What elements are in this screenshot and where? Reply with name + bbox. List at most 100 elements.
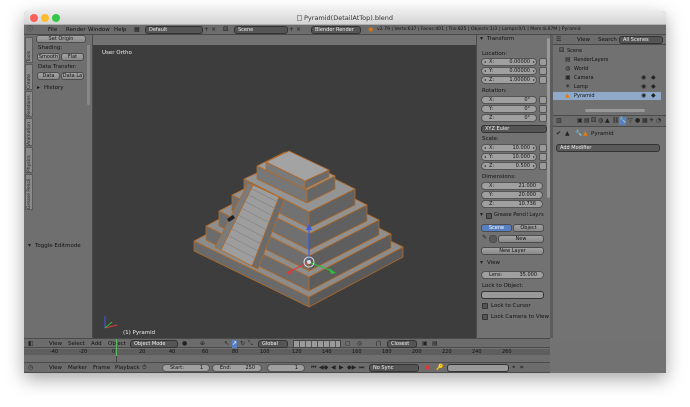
remove-layout-icon[interactable]: ×	[211, 26, 216, 34]
delete-keyframe-icon[interactable]: ⌗	[520, 364, 523, 372]
render-restrict-icon[interactable]: ◆	[651, 74, 656, 82]
location-x-field[interactable]: ◂ X: 0.00000 ▸	[481, 58, 537, 66]
menu-window[interactable]: Window	[88, 27, 110, 33]
render-engine-select[interactable]: Blender Render	[311, 26, 361, 34]
dimension-z-field[interactable]: Z: 10.736	[481, 200, 543, 208]
texture-tab-icon[interactable]: ▦	[642, 117, 648, 125]
manipulator-icon[interactable]: ↖	[224, 340, 229, 348]
scene-field[interactable]: Scene	[234, 26, 288, 34]
render-restrict-icon[interactable]: ◆	[651, 83, 656, 91]
renderlayers-tab-icon[interactable]: ▤	[584, 117, 590, 125]
outliner-scrollbar[interactable]	[585, 109, 645, 112]
opengl-anim-icon[interactable]: ▤	[432, 340, 438, 348]
play-icon[interactable]: ▶	[339, 364, 344, 372]
render-restrict-icon[interactable]: ◆	[651, 92, 656, 100]
view3d-menu-view[interactable]: View	[49, 341, 62, 347]
play-reverse-icon[interactable]: ◀	[331, 364, 336, 372]
view3d-menu-add[interactable]: Add	[91, 341, 102, 347]
viewport-shading-icon[interactable]: ●	[182, 340, 187, 348]
pin-icon[interactable]: ✔	[556, 130, 561, 138]
lock-location-z-icon[interactable]	[539, 76, 547, 84]
lock-rotation-x-icon[interactable]	[539, 96, 547, 104]
lock-scale-x-icon[interactable]	[539, 144, 547, 152]
jump-to-keyframe-back-icon[interactable]: ◀◆	[319, 364, 328, 372]
outliner-item-camera[interactable]: ▣ Camera ◉ ◆	[553, 74, 661, 82]
transform-orientation-select[interactable]: Global	[258, 340, 288, 348]
scale-x-field[interactable]: ◂ X: 10.000 ▸	[481, 144, 537, 152]
tab-tools[interactable]: Tools	[25, 37, 33, 63]
scene-tab-icon[interactable]: ⚄	[591, 117, 596, 125]
tab-relations[interactable]: Relations	[25, 91, 33, 117]
lock-layers-icon[interactable]: ▢	[345, 340, 351, 348]
screen-layout-field[interactable]: Default	[145, 26, 203, 34]
dimension-x-field[interactable]: X: 21.000	[481, 182, 543, 190]
rotation-x-field[interactable]: X: 0°	[481, 96, 537, 104]
view3d-menu-select[interactable]: Select	[68, 341, 85, 347]
lock-object-field[interactable]	[481, 291, 544, 299]
outliner-item-lamp[interactable]: ☀ Lamp ◉ ◆	[553, 83, 661, 91]
interaction-mode-select[interactable]: Object Mode	[130, 340, 178, 348]
grease-pencil-expand-icon[interactable]: ▾	[480, 211, 483, 219]
toggle-editmode-expand-icon[interactable]: ▾	[28, 242, 31, 250]
grease-new-button[interactable]: New	[498, 235, 544, 243]
grease-scene-tab[interactable]: Scene	[481, 224, 512, 232]
properties-editor-icon[interactable]: ▥	[556, 117, 562, 125]
add-layout-icon[interactable]: +	[204, 26, 209, 34]
visibility-eye-icon[interactable]: ◉	[641, 83, 646, 91]
tab-animation[interactable]: Animation	[25, 118, 33, 146]
scale-manipulator-icon[interactable]: ⤡	[248, 340, 253, 348]
lock-scale-z-icon[interactable]	[539, 162, 547, 170]
preview-range-icon[interactable]: ⏱	[142, 364, 147, 372]
outliner-menu-search[interactable]: Search	[598, 37, 617, 43]
scene-icon[interactable]: ⚄	[223, 26, 228, 34]
data-layers-button[interactable]: Data La	[61, 72, 84, 80]
add-modifier-select[interactable]: Add Modifier	[556, 144, 660, 152]
grease-pencil-checkbox[interactable]	[486, 213, 492, 219]
dimension-y-field[interactable]: Y: 20.000	[481, 191, 543, 199]
3d-viewport[interactable]: User Ortho (1) Pyramid	[93, 45, 493, 338]
outliner-item-scene[interactable]: ⚄ Scene	[553, 47, 661, 55]
data-tab-icon[interactable]: ▽	[628, 117, 633, 125]
pivot-point-icon[interactable]: ⊕	[200, 340, 205, 348]
render-tab-icon[interactable]: ▣	[577, 117, 583, 125]
lock-to-cursor-checkbox[interactable]	[482, 303, 488, 309]
jump-to-start-icon[interactable]: ⏮	[311, 364, 316, 372]
layer-buttons[interactable]	[293, 340, 341, 348]
lock-location-x-icon[interactable]	[539, 58, 547, 66]
snap-target-select[interactable]: Closest	[387, 340, 417, 348]
lock-rotation-y-icon[interactable]	[539, 105, 547, 113]
end-frame-field[interactable]: End: 250	[212, 364, 262, 372]
tab-physics[interactable]: Physics	[25, 147, 33, 173]
scale-y-field[interactable]: ◂ Y: 10.000 ▸	[481, 153, 537, 161]
toolshelf-scrollbar[interactable]	[87, 45, 90, 105]
translate-manipulator-icon[interactable]: ↗	[232, 340, 238, 348]
rotation-z-field[interactable]: Z: 0°	[481, 114, 537, 122]
history-expand-icon[interactable]: ▸	[37, 84, 40, 92]
particles-tab-icon[interactable]: ✳	[649, 117, 654, 125]
jump-to-keyframe-forward-icon[interactable]: ◆▶	[347, 364, 356, 372]
menu-help[interactable]: Help	[114, 27, 127, 33]
outliner-item-renderlayers[interactable]: ▤ RenderLayers	[553, 56, 661, 64]
outliner-item-pyramid[interactable]: ▲ Pyramid ◉ ◆	[553, 92, 661, 100]
start-frame-field[interactable]: Start: 1	[162, 364, 210, 372]
data-transfer-button[interactable]: Data	[37, 72, 60, 80]
toggle-editmode-panel[interactable]: Toggle Editmode	[35, 243, 81, 249]
editor-type-3dview-icon[interactable]: ◧	[28, 340, 34, 348]
timeline[interactable]: -40 -20 0 20 40 60 80 100 120 140 160 18…	[24, 339, 550, 362]
physics-tab-icon[interactable]: ◔	[656, 117, 661, 125]
object-tab-icon[interactable]: ▲	[605, 117, 610, 125]
tab-create[interactable]: Create	[25, 64, 33, 90]
location-y-field[interactable]: ◂ Y: 0.00000 ▸	[481, 67, 537, 75]
timeline-menu-marker[interactable]: Marker	[68, 365, 87, 371]
outliner-menu-view[interactable]: View	[577, 37, 590, 43]
rotation-mode-select[interactable]: XYZ Euler	[481, 125, 547, 133]
set-origin-button[interactable]: Set Origin	[36, 35, 86, 43]
opengl-render-icon[interactable]: ▣	[422, 340, 428, 348]
material-tab-icon[interactable]: ●	[635, 117, 640, 125]
timeline-menu-view[interactable]: View	[49, 365, 62, 371]
outliner-editor-icon[interactable]: ☰	[556, 36, 561, 44]
current-frame-field[interactable]: 1	[267, 364, 305, 372]
outliner-item-world[interactable]: ◍ World	[553, 65, 661, 73]
grease-pencil-panel-title[interactable]: Grease Pencil Lay.rs	[494, 212, 544, 218]
view-panel-title[interactable]: View	[487, 260, 500, 266]
